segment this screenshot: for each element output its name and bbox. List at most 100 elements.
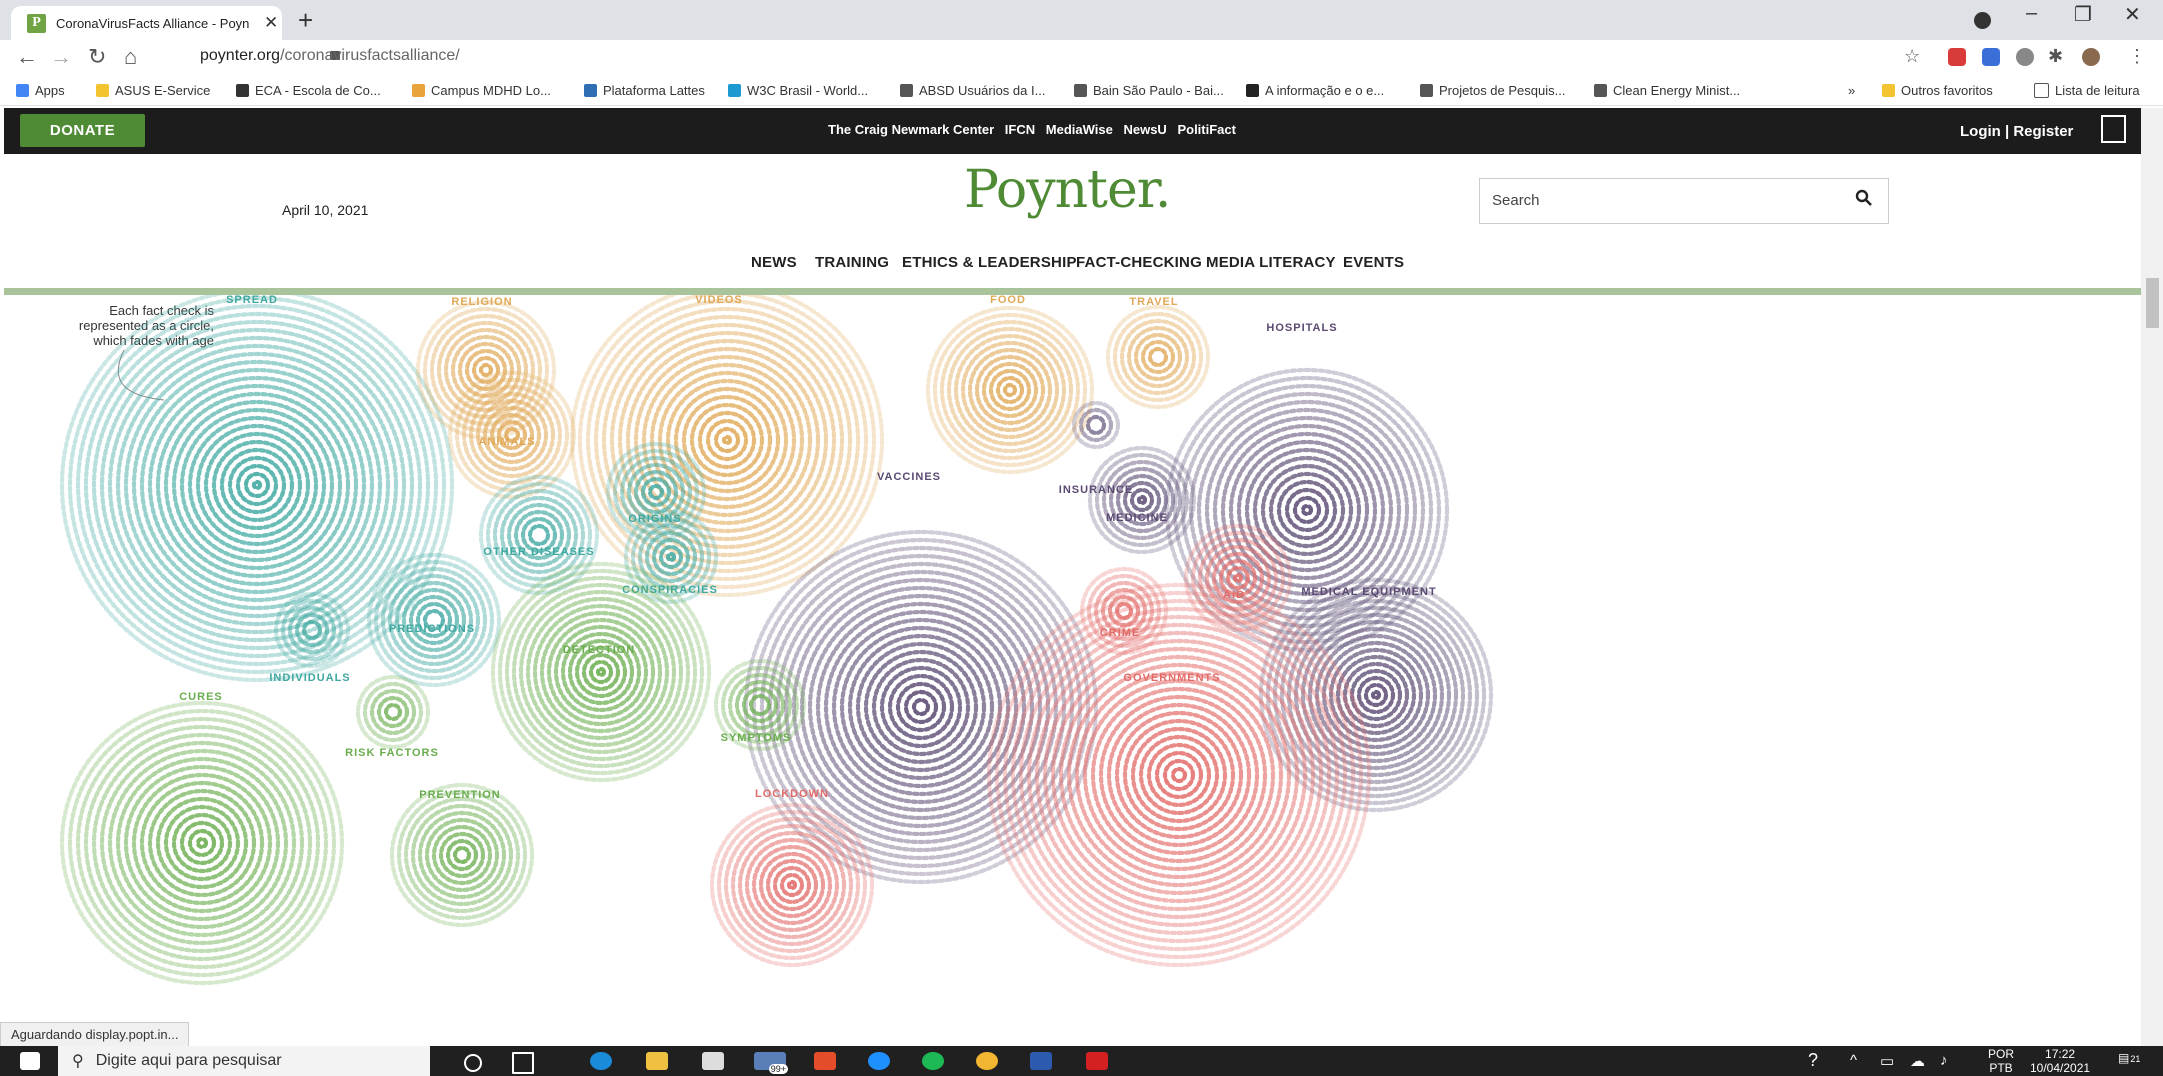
tab-close-icon[interactable]: ✕: [264, 13, 278, 33]
nav-training[interactable]: TRAINING: [815, 254, 889, 271]
search-icon[interactable]: [1855, 189, 1873, 207]
bubble-cures[interactable]: CURES: [59, 691, 345, 986]
bookmark-campus[interactable]: Campus MDHD Lo...: [412, 83, 551, 98]
clock[interactable]: 17:22 10/04/2021: [2030, 1047, 2090, 1075]
bubble-prevention[interactable]: PREVENTION: [389, 782, 535, 928]
chrome-icon[interactable]: [976, 1052, 998, 1070]
bookmark-overflow-icon[interactable]: »: [1848, 83, 1855, 98]
bubble-medicine[interactable]: MEDICINE: [1087, 445, 1197, 555]
cortana-icon[interactable]: [464, 1054, 482, 1072]
menu-dots-icon[interactable]: ⋮: [2128, 46, 2146, 67]
extension-icon-blue[interactable]: [1982, 48, 2000, 66]
profile-icon[interactable]: [1974, 12, 1991, 29]
mail-icon[interactable]: 99+: [754, 1052, 788, 1074]
nav-news[interactable]: NEWS: [751, 254, 797, 271]
browser-tab[interactable]: P CoronaVirusFacts Alliance - Poyn ✕: [11, 6, 282, 40]
bubble-predictions[interactable]: PREDICTIONS: [366, 552, 502, 688]
bookmark-other-folder[interactable]: Outros favoritos: [1882, 83, 1993, 98]
avatar[interactable]: [2082, 48, 2100, 66]
bookmark-lattes[interactable]: Plataforma Lattes: [584, 83, 705, 98]
store-icon[interactable]: [702, 1052, 724, 1070]
link-ifcn[interactable]: IFCN: [1005, 122, 1035, 137]
nav-fact-checking[interactable]: FACT-CHECKING: [1076, 254, 1202, 271]
nav-events[interactable]: EVENTS: [1343, 254, 1404, 271]
word-icon[interactable]: [1030, 1052, 1052, 1070]
acrobat-icon[interactable]: [1086, 1052, 1108, 1070]
bubble-travel[interactable]: TRAVEL: [1105, 296, 1211, 410]
link-politifact[interactable]: PolitiFact: [1177, 122, 1236, 137]
link-newsu[interactable]: NewsU: [1123, 122, 1166, 137]
bookmark-apps[interactable]: Apps: [16, 83, 65, 98]
onedrive-icon[interactable]: ☁: [1910, 1052, 1925, 1070]
status-bar: Aguardando display.popt.in...: [0, 1022, 190, 1048]
bubble-detection[interactable]: DETECTION: [490, 561, 712, 783]
extension-icon-gray[interactable]: [2016, 48, 2034, 66]
fact-check-ring: [1119, 318, 1197, 396]
spotify-icon[interactable]: [922, 1052, 944, 1070]
bubble-videos[interactable]: VIDEOS: [569, 295, 885, 598]
bookmark-bain[interactable]: Bain São Paulo - Bai...: [1074, 83, 1224, 98]
search-input[interactable]: [1490, 191, 1834, 210]
bookmark-w3c[interactable]: W3C Brasil - World...: [728, 83, 868, 98]
task-view-icon[interactable]: [512, 1052, 534, 1074]
extension-icon-red[interactable]: [1948, 48, 1966, 66]
url-path: /coronavirusfactsalliance/: [280, 47, 460, 64]
minimize-button[interactable]: –: [2026, 2, 2037, 25]
home-button[interactable]: ⌂: [124, 44, 137, 70]
site-top-bar: DONATE The Craig Newmark Center IFCN Med…: [4, 108, 2141, 154]
language-indicator[interactable]: POR PTB: [1988, 1047, 2014, 1075]
poynter-logo[interactable]: Poynter.: [964, 160, 1171, 220]
bookmark-clean-energy[interactable]: Clean Energy Minist...: [1594, 83, 1740, 98]
fact-check-ring: [373, 559, 495, 681]
link-craig-newmark[interactable]: The Craig Newmark Center: [828, 122, 994, 137]
nav-ethics-leadership[interactable]: ETHICS & LEADERSHIP: [902, 254, 1077, 271]
search-box[interactable]: [1479, 178, 1889, 224]
bookmarks-bar: Apps ASUS E-Service ECA - Escola de Co..…: [0, 77, 2163, 106]
bubble-governments[interactable]: GOVERNMENTS: [986, 582, 1372, 968]
shopping-bag-icon[interactable]: [2101, 115, 2126, 143]
volume-icon[interactable]: ♪: [1940, 1052, 1948, 1069]
bubble-risk-factors[interactable]: RISK FACTORS: [345, 674, 439, 759]
notifications-icon[interactable]: ▤21: [2118, 1051, 2140, 1065]
bubble-other-diseases[interactable]: OTHER DISEASES: [478, 474, 600, 596]
tray-chevron-icon[interactable]: ^: [1850, 1052, 1857, 1069]
help-icon[interactable]: ?: [1808, 1050, 1818, 1071]
bubble-aid[interactable]: AID: [1183, 523, 1293, 633]
bookmark-eca[interactable]: ECA - Escola de Co...: [236, 83, 381, 98]
edge-icon[interactable]: [590, 1052, 612, 1070]
bookmark-absd[interactable]: ABSD Usuários da I...: [900, 83, 1045, 98]
reading-list[interactable]: Lista de leitura: [2034, 83, 2140, 98]
page-scrollbar[interactable]: [2141, 108, 2163, 1046]
new-tab-button[interactable]: +: [298, 5, 313, 36]
skype-icon[interactable]: [868, 1052, 890, 1070]
bookmark-projetos[interactable]: Projetos de Pesquis...: [1420, 83, 1565, 98]
taskbar-search[interactable]: ⚲ Digite aqui para pesquisar: [58, 1046, 430, 1076]
network-icon[interactable]: ▭: [1880, 1052, 1894, 1070]
puzzle-icon[interactable]: ✱: [2048, 46, 2063, 67]
bookmark-informacao[interactable]: A informação e o e...: [1246, 83, 1384, 98]
office-icon[interactable]: [814, 1052, 836, 1070]
fact-check-ring: [879, 665, 963, 749]
file-explorer-icon[interactable]: [646, 1052, 668, 1070]
bubble-food[interactable]: FOOD: [925, 295, 1095, 475]
maximize-button[interactable]: ❐: [2074, 2, 2092, 27]
reload-button[interactable]: ↻: [88, 44, 106, 70]
bubble-insurance[interactable]: INSURANCE: [1059, 400, 1133, 496]
forward-button[interactable]: →: [50, 44, 72, 70]
link-mediawise[interactable]: MediaWise: [1046, 122, 1113, 137]
back-button[interactable]: ←: [16, 44, 38, 70]
fact-check-ring: [499, 495, 579, 575]
donate-button[interactable]: DONATE: [20, 114, 145, 147]
address-bar[interactable]: poynter.org/coronavirusfactsalliance/: [160, 43, 1920, 73]
login-register-link[interactable]: Login | Register: [1960, 123, 2073, 140]
fact-check-ring: [705, 418, 749, 462]
nav-media-literacy[interactable]: MEDIA LITERACY: [1206, 254, 1336, 271]
bubble-symptoms[interactable]: SYMPTOMS: [713, 658, 807, 752]
fact-check-ring: [478, 474, 600, 596]
windows-start-icon[interactable]: [20, 1052, 40, 1070]
bookmark-star-icon[interactable]: ☆: [1904, 46, 1920, 67]
bubble-label: PREDICTIONS: [389, 623, 475, 635]
close-window-button[interactable]: ✕: [2124, 2, 2141, 27]
scrollbar-thumb[interactable]: [2146, 278, 2159, 328]
bookmark-asus[interactable]: ASUS E-Service: [96, 83, 210, 98]
